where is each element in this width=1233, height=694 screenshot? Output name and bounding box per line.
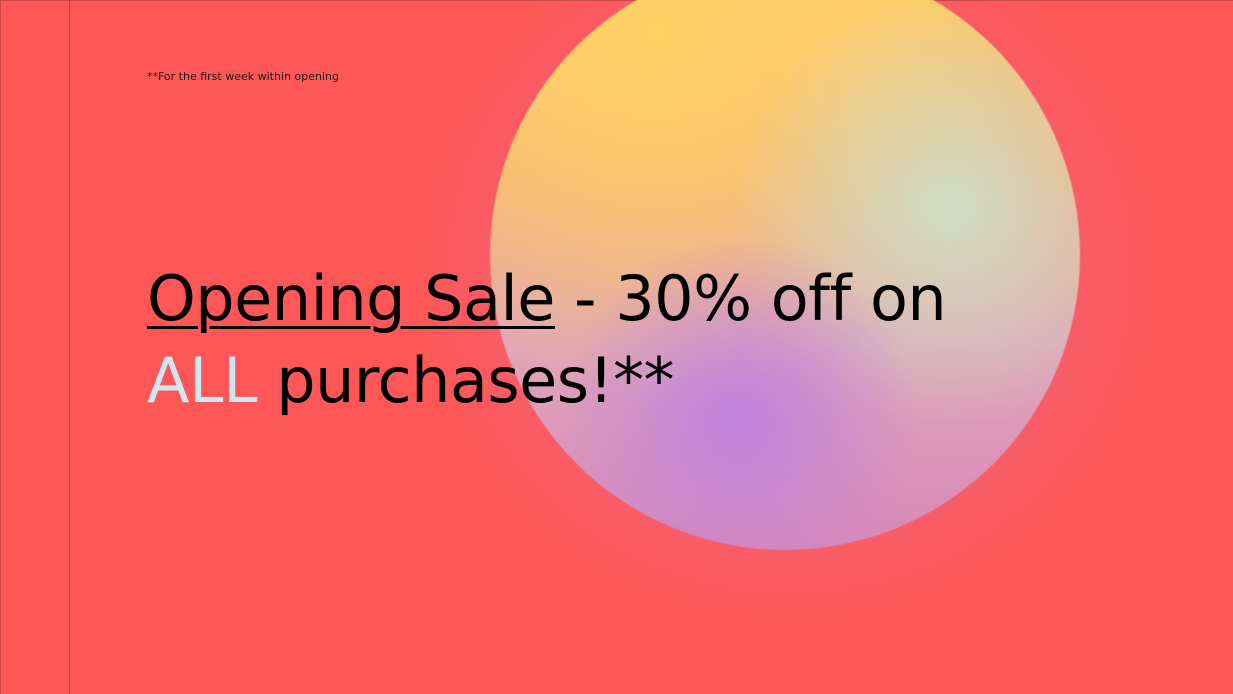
headline-accent-text: ALL: [147, 344, 258, 417]
headline-line2-rest: purchases!**: [257, 344, 674, 417]
vertical-guide-line: [69, 0, 70, 694]
footnote-text: **For the first week within opening: [147, 70, 339, 83]
headline-underlined-text: Opening Sale: [147, 262, 555, 335]
sale-headline: Opening Sale - 30% off on ALL purchases!…: [147, 258, 1047, 422]
frame-border-left: [0, 0, 1, 694]
headline-line1-rest: - 30% off on: [554, 262, 947, 335]
slide-canvas: **For the first week within opening Open…: [0, 0, 1233, 694]
